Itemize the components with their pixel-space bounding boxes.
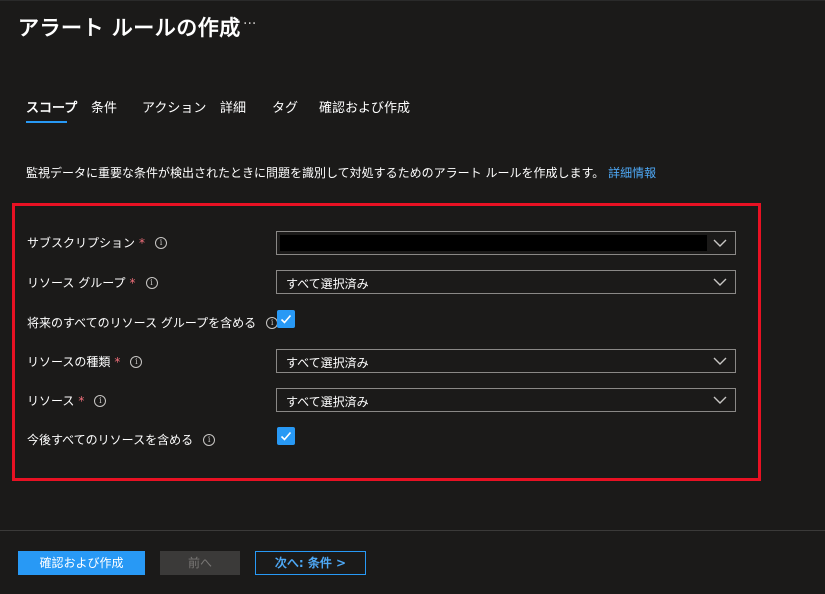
subscription-label: サブスクリプション [27,236,136,250]
resource-label: リソース [27,394,75,408]
next-condition-button[interactable]: 次へ: 条件 > [255,551,366,575]
required-marker: * [114,354,121,369]
tab-tags[interactable]: タグ [272,97,298,116]
future-rg-label-row: 将来のすべてのリソース グループを含める i [27,314,279,331]
future-resources-label-row: 今後すべてのリソースを含める i [27,431,216,448]
tab-scope[interactable]: スコープ [26,97,77,116]
top-border [0,0,825,1]
future-rg-checkbox[interactable] [277,310,295,328]
info-icon[interactable]: i [130,355,143,368]
tab-actions[interactable]: アクション [142,97,206,116]
resource-type-value: すべて選択済み [286,356,369,370]
learn-more-link[interactable]: 詳細情報 [608,166,656,180]
footer-divider [0,530,825,531]
future-resources-label: 今後すべてのリソースを含める [27,433,194,447]
tab-review-create[interactable]: 確認および作成 [319,97,410,116]
subscription-dropdown[interactable] [276,231,736,255]
resource-group-dropdown[interactable]: すべて選択済み [276,270,736,294]
resource-type-label: リソースの種類 [27,355,111,369]
review-create-button[interactable]: 確認および作成 [18,551,145,575]
future-resources-checkbox[interactable] [277,427,295,445]
active-tab-indicator [26,121,67,123]
redacted-value [280,235,707,251]
info-icon[interactable]: i [94,394,107,407]
resource-type-dropdown[interactable]: すべて選択済み [276,349,736,373]
required-marker: * [139,235,146,250]
more-options-icon[interactable]: ··· [243,16,256,32]
tab-condition[interactable]: 条件 [91,97,117,116]
chevron-down-icon [713,278,727,286]
required-marker: * [129,275,136,290]
resource-value: すべて選択済み [286,395,369,409]
page-title: アラート ルールの作成 [18,16,241,40]
info-icon[interactable]: i [203,433,216,446]
previous-button[interactable]: 前へ [160,551,240,575]
resource-group-value: すべて選択済み [286,277,369,291]
info-icon[interactable]: i [145,276,158,289]
chevron-down-icon [713,357,727,365]
chevron-down-icon [713,396,727,404]
resource-group-label: リソース グループ [27,276,126,290]
info-icon[interactable]: i [155,236,168,249]
required-marker: * [78,393,85,408]
resource-type-label-row: リソースの種類 * i [27,353,143,370]
description: 監視データに重要な条件が検出されたときに問題を識別して対処するためのアラート ル… [26,164,656,181]
checkmark-icon [280,431,292,441]
resource-dropdown[interactable]: すべて選択済み [276,388,736,412]
resource-group-label-row: リソース グループ * i [27,274,158,291]
description-text: 監視データに重要な条件が検出されたときに問題を識別して対処するためのアラート ル… [26,166,605,180]
chevron-down-icon [713,239,727,247]
resource-label-row: リソース * i [27,392,107,409]
future-rg-label: 将来のすべてのリソース グループを含める [27,316,257,330]
tab-details[interactable]: 詳細 [220,97,246,116]
checkmark-icon [280,314,292,324]
subscription-label-row: サブスクリプション * i [27,234,168,251]
